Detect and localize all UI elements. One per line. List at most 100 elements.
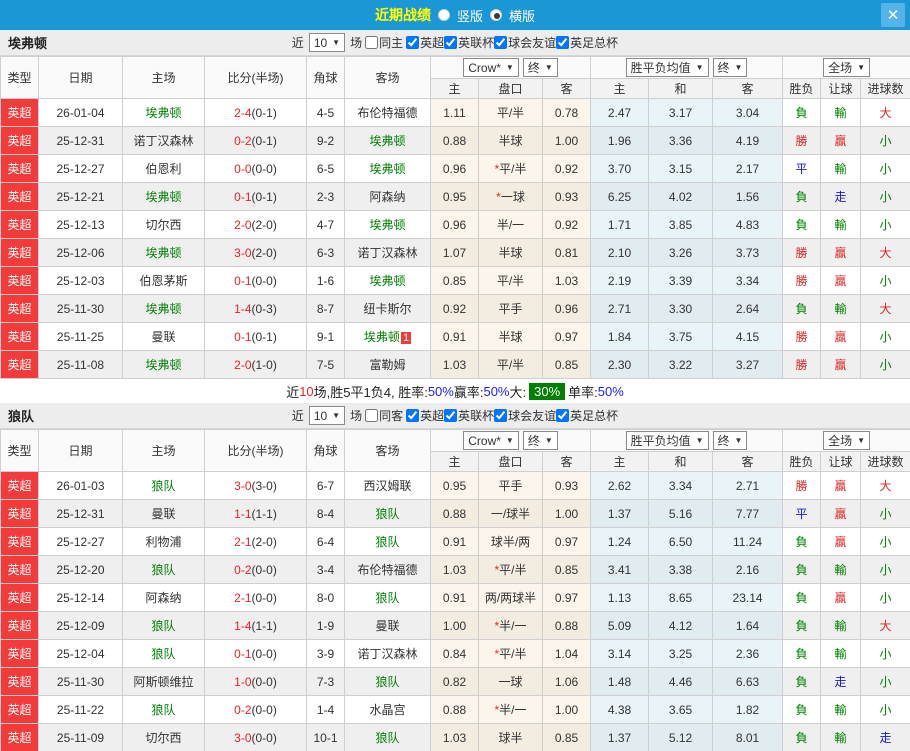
home-odds-cell: 0.96 [430,154,479,183]
odds-stage-select[interactable]: 终 ▼ [522,430,558,450]
bookmaker-select[interactable]: Crow* ▼ [463,58,519,78]
mean-odds-group-header: 胜平负均值 ▼ 终 ▼ [590,56,784,79]
col-res-wdl: 胜负 [782,78,822,99]
league-checkbox[interactable] [444,35,458,49]
home-team-cell: 埃弗顿 [122,182,205,211]
odds-stage-select[interactable]: 终 ▼ [522,57,558,77]
league-type-cell: 英超 [0,350,39,379]
result-handicap-cell: 贏 [820,126,862,155]
mean-odds-select[interactable]: 胜平负均值 ▼ [625,431,709,450]
result-handicap-cell: 贏 [820,322,862,351]
mean-home-cell: 5.09 [590,611,650,640]
mean-odds-select[interactable]: 胜平负均值 ▼ [625,58,709,77]
league-type-cell: 英超 [0,98,39,127]
league-filter[interactable]: 英超 [406,407,444,424]
match-row: 英超 25-11-25 曼联 0-1(0-1) 9-1 埃弗顿 1 0.91 半球 0.97 1.8… [0,322,910,351]
away-odds-cell: 1.00 [541,499,592,528]
league-type-cell: 英超 [0,499,39,528]
handicap-cell: 平/半 [478,98,543,127]
corners-cell: 9-2 [306,126,345,155]
col-res-wdl: 胜负 [782,451,822,472]
league-checkbox[interactable] [494,408,508,422]
col-date: 日期 [38,429,123,472]
mean-odds-group-header: 胜平负均值 ▼ 终 ▼ [590,429,784,452]
mean-home-cell: 1.71 [590,210,650,239]
league-checkbox[interactable] [494,35,508,49]
league-filter[interactable]: 球会友谊 [494,407,556,424]
horizontal-layout-radio[interactable] [490,9,502,21]
corners-cell: 6-3 [306,238,345,267]
result-wdl-cell: 勝 [782,126,822,155]
bookmaker-select[interactable]: Crow* ▼ [463,431,519,451]
same-venue-filter[interactable]: 同主 [365,34,403,51]
same-venue-checkbox[interactable] [365,36,379,49]
close-button[interactable]: ✕ [881,3,905,27]
league-filter[interactable]: 英联杯 [444,34,494,51]
league-filter[interactable]: 英足总杯 [556,407,618,424]
league-checkbox[interactable] [444,408,458,422]
league-filter[interactable]: 英足总杯 [556,34,618,51]
score-cell: 0-2(0-0) [204,695,307,724]
result-handicap-cell: 輸 [820,639,862,668]
match-row: 英超 25-12-21 埃弗顿 0-1(0-1) 2-3 阿森纳 0.95 *一球 0.93 6.… [0,182,910,211]
result-handicap-cell: 輸 [820,723,862,751]
same-venue-checkbox[interactable] [365,409,379,422]
col-res-goals: 进球数 [860,451,910,472]
corners-cell: 10-1 [306,723,345,751]
league-checkbox[interactable] [556,35,570,49]
league-label: 球会友谊 [508,35,557,50]
date-cell: 25-12-09 [38,611,123,640]
result-wdl-cell: 負 [782,583,822,612]
corners-cell: 4-5 [306,98,345,127]
mean-stage-select[interactable]: 终 ▼ [712,431,748,450]
result-handicap-cell: 贏 [820,238,862,267]
result-wdl-cell: 勝 [782,266,822,295]
corners-cell: 4-7 [306,210,345,239]
mean-home-cell: 3.14 [590,639,650,668]
corners-cell: 8-4 [306,499,345,528]
league-label: 英足总杯 [570,35,619,50]
league-filter[interactable]: 英联杯 [444,407,494,424]
result-handicap-cell: 輸 [820,294,862,323]
popup-title: 近期战绩 [374,7,431,23]
league-filter[interactable]: 英超 [406,34,444,51]
titlebar: 近期战绩 竖版 横版 ✕ [0,0,910,30]
fullmatch-select[interactable]: 全场 ▼ [823,431,871,450]
close-icon: ✕ [886,7,900,24]
filters: 近 10 ▼ 场 同客 英超 英联杯 球会友谊 英足总杯 [292,406,618,425]
result-goals-cell: 小 [860,210,910,239]
result-handicap-cell: 輸 [820,611,862,640]
result-goals-cell: 小 [860,126,910,155]
vertical-layout-radio[interactable] [437,9,450,21]
away-team-cell: 埃弗顿 [344,126,431,155]
result-handicap-cell: 輸 [820,695,862,724]
matches-label: 场 [350,409,363,423]
league-checkbox[interactable] [556,408,570,422]
mean-away-cell: 3.34 [712,266,784,295]
match-count-select[interactable]: 10 ▼ [308,406,346,425]
home-odds-cell: 0.96 [430,210,479,239]
league-checkbox[interactable] [406,408,420,422]
same-venue-filter[interactable]: 同客 [365,407,403,424]
date-cell: 25-12-13 [38,210,123,239]
chevron-down-icon: ▼ [544,62,553,72]
score-cell: 1-1(1-1) [204,499,307,528]
corners-cell: 1-6 [306,266,345,295]
match-count-select[interactable]: 10 ▼ [308,33,346,52]
away-team-cell: 富勒姆 [344,350,431,379]
chevron-down-icon: ▼ [505,436,514,446]
chevron-down-icon: ▼ [857,436,866,445]
away-odds-cell: 0.97 [541,527,592,556]
fullmatch-select[interactable]: 全场 ▼ [823,58,871,77]
away-team-cell: 布伦特福德 [344,98,431,127]
home-team-cell: 狼队 [122,471,205,500]
league-checkbox[interactable] [406,35,420,49]
league-type-cell: 英超 [0,639,39,668]
away-odds-cell: 1.00 [541,695,592,724]
col-home: 主场 [122,429,205,472]
mean-stage-select[interactable]: 终 ▼ [712,58,748,77]
vertical-layout-label[interactable]: 竖版 [457,6,483,25]
league-filter[interactable]: 球会友谊 [494,34,556,51]
horizontal-layout-label[interactable]: 横版 [509,6,535,25]
team-section: 埃弗顿 近 10 ▼ 场 同主 英超 英联杯 球会友谊 英足总杯 类型 日期 主… [0,30,910,403]
